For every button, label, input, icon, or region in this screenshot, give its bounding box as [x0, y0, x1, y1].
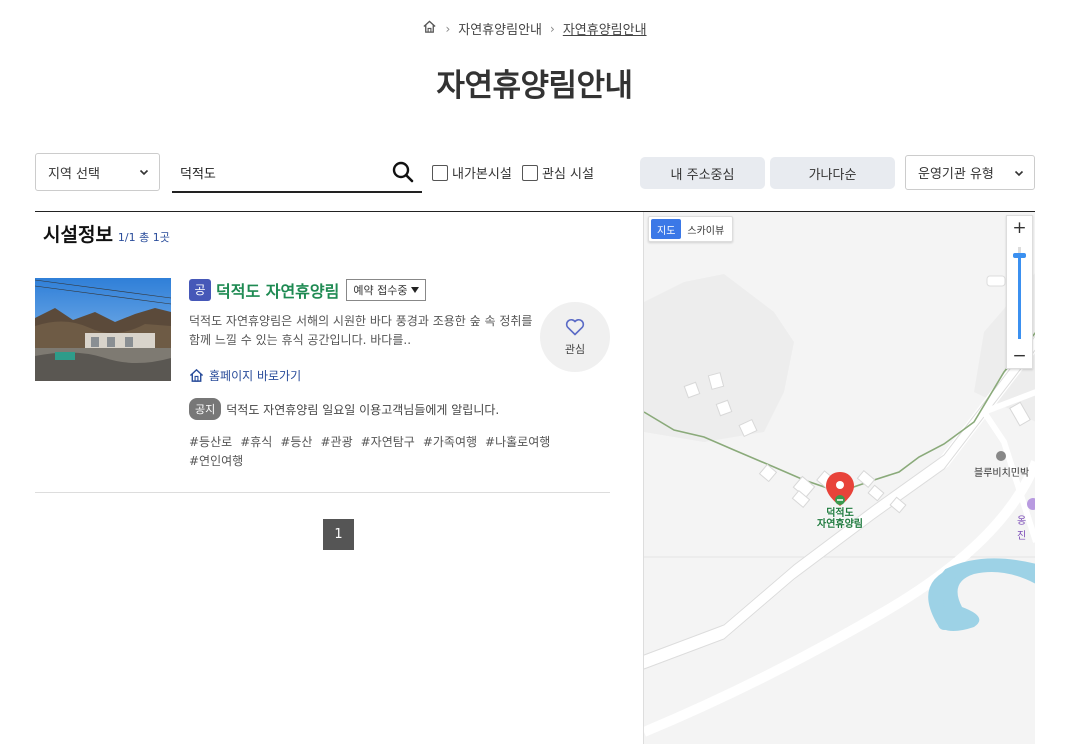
result-count: 1/1 총 1곳	[117, 231, 170, 244]
sort-near-button[interactable]: 내 주소중심	[640, 157, 765, 189]
tag[interactable]: #관광	[320, 433, 352, 452]
notice-row[interactable]: 공지 덕적도 자연휴양림 일요일 이용고객님들에게 알립니다.	[189, 398, 539, 420]
list-header: 시설정보 1/1 총 1곳	[43, 220, 170, 247]
breadcrumb: › 자연휴양림안내 › 자연휴양림안내	[0, 19, 1069, 38]
item-divider	[35, 492, 610, 493]
home-icon[interactable]	[422, 19, 437, 38]
home-icon	[189, 368, 204, 382]
zoom-in-button[interactable]: +	[1007, 216, 1032, 240]
favorite-button-label: 관심	[564, 342, 586, 356]
homepage-link-label[interactable]: 홈페이지 바로가기	[209, 367, 301, 384]
notice-text[interactable]: 덕적도 자연휴양림 일요일 이용고객님들에게 알립니다.	[226, 401, 499, 418]
zoom-slider-fill	[1018, 256, 1021, 339]
marker-label-line2: 자연휴양림	[817, 519, 863, 530]
marker-label-line1: 덕적도	[826, 508, 854, 519]
chevron-down-icon	[1014, 170, 1024, 176]
facility-card: 공 덕적도 자연휴양림 예약 접수중 덕적도 자연휴양림은 서해의 시원한 바다…	[189, 278, 550, 471]
visited-checkbox[interactable]: 내가본시설	[432, 163, 512, 182]
tag[interactable]: #자연탐구	[361, 433, 415, 452]
page-button-current[interactable]: 1	[323, 519, 354, 550]
map-poi-label[interactable]: 블루비치민박	[974, 464, 1029, 479]
public-badge: 공	[189, 278, 211, 301]
map-marker-label[interactable]: 덕적도 자연휴양림	[804, 508, 876, 530]
facility-description: 덕적도 자연휴양림은 서해의 시원한 바다 풍경과 조용한 숲 속 정취를 함께…	[189, 314, 533, 347]
tag[interactable]: #연인여행	[189, 452, 243, 471]
tag[interactable]: #휴식	[240, 433, 272, 452]
homepage-link[interactable]: 홈페이지 바로가기	[189, 367, 539, 384]
breadcrumb-separator: ›	[445, 21, 451, 36]
favorite-checkbox-label: 관심 시설	[542, 167, 594, 182]
zoom-control: + −	[1006, 215, 1033, 369]
reservation-status-dropdown[interactable]: 예약 접수중	[346, 278, 427, 301]
caret-down-icon	[411, 286, 420, 293]
search-input-value[interactable]: 덕적도	[180, 163, 216, 182]
list-title: 시설정보	[43, 224, 113, 246]
breadcrumb-item-1[interactable]: 자연휴양림안내	[458, 19, 542, 38]
facility-name-link[interactable]: 덕적도 자연휴양림	[216, 278, 339, 302]
page-title: 자연휴양림안내	[436, 68, 633, 104]
facility-heading: 공 덕적도 자연휴양림 예약 접수중	[189, 278, 539, 301]
map-type-map-button[interactable]: 지도	[651, 219, 682, 239]
region-select[interactable]: 지역 선택	[35, 153, 160, 191]
region-select-value: 지역 선택	[48, 166, 100, 182]
search-input[interactable]: 덕적도	[172, 153, 422, 193]
map-poi-label[interactable]: 옹진	[1017, 512, 1035, 542]
tag[interactable]: #나홀로여행	[485, 433, 550, 452]
tag-list: #등산로 #휴식 #등산 #관광 #자연탐구 #가족여행 #나홀로여행 #연인여…	[189, 433, 569, 471]
notice-badge: 공지	[189, 398, 222, 420]
reservation-status-label: 예약 접수중	[353, 283, 408, 297]
map-view[interactable]: 지도 스카이뷰 + − 덕적도 자연휴양림 블루비치민박 옹진	[643, 212, 1035, 744]
zoom-slider-handle[interactable]	[1013, 253, 1026, 258]
tag[interactable]: #등산로	[189, 433, 232, 452]
sort-alpha-button[interactable]: 가나다순	[770, 157, 895, 189]
zoom-out-button[interactable]: −	[1007, 344, 1032, 368]
visited-checkbox-label: 내가본시설	[452, 167, 512, 182]
map-type-toggle: 지도 스카이뷰	[648, 216, 734, 242]
heart-icon	[565, 318, 585, 335]
favorite-checkbox[interactable]: 관심 시설	[522, 163, 594, 182]
checkbox-box[interactable]	[522, 164, 538, 181]
facility-thumbnail[interactable]	[35, 278, 171, 381]
tag[interactable]: #등산	[280, 433, 312, 452]
favorite-button[interactable]: 관심	[540, 302, 610, 372]
breadcrumb-separator: ›	[550, 21, 555, 36]
map-type-skyview-button[interactable]: 스카이뷰	[681, 219, 730, 239]
chevron-down-icon	[139, 169, 149, 176]
checkbox-box[interactable]	[432, 164, 448, 181]
search-icon[interactable]	[392, 161, 414, 183]
operator-type-value: 운영기관 유형	[918, 167, 994, 182]
breadcrumb-item-current[interactable]: 자연휴양림안내	[563, 19, 647, 38]
filter-toolbar: 지역 선택 덕적도 내가본시설 관심 시설 내 주소중심 가나다순 운영기관 유…	[35, 153, 1035, 193]
tag[interactable]: #가족여행	[423, 433, 477, 452]
operator-type-select[interactable]: 운영기관 유형	[905, 155, 1035, 190]
